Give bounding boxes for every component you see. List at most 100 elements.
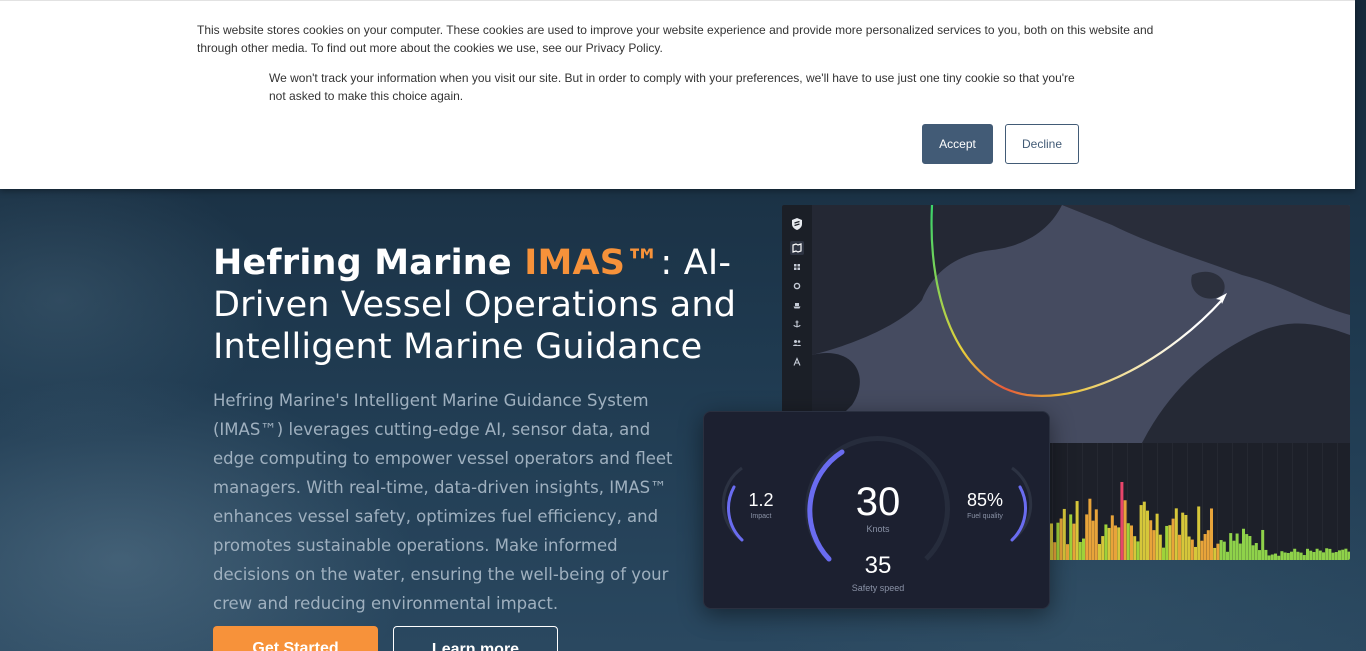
performance-bar: [1309, 550, 1313, 560]
performance-bar: [1165, 525, 1169, 560]
performance-bar: [1322, 552, 1325, 560]
performance-bar: [1139, 505, 1143, 560]
performance-bar: [1069, 514, 1073, 560]
performance-bar: [1226, 551, 1229, 560]
hero-title-brand: Hefring Marine: [213, 243, 525, 283]
performance-bar: [1267, 555, 1271, 560]
performance-bar: [1283, 552, 1287, 560]
grid-line: [1337, 443, 1338, 560]
fuel-value: 85%: [966, 490, 1004, 510]
performance-bar: [1299, 552, 1303, 560]
performance-bar: [1126, 523, 1130, 560]
performance-bar: [1130, 525, 1133, 560]
performance-bar: [1082, 538, 1085, 560]
land-mass: [1191, 271, 1225, 299]
performance-bar: [1290, 551, 1293, 560]
cookie-banner: This website stores cookies on your comp…: [0, 0, 1355, 189]
performance-bar: [1219, 540, 1223, 560]
get-started-button[interactable]: Get Started: [213, 626, 378, 651]
performance-bar: [1251, 545, 1255, 560]
grid-line: [1067, 443, 1068, 560]
performance-bar: [1110, 515, 1114, 560]
performance-bar: [1232, 540, 1236, 560]
accept-cookies-button[interactable]: Accept: [922, 124, 993, 164]
map-icon: [790, 241, 804, 255]
performance-bar: [1120, 482, 1124, 560]
performance-bar: [1168, 525, 1172, 560]
performance-bar: [1328, 548, 1332, 560]
performance-bar: [1280, 551, 1284, 560]
performance-bar: [1203, 534, 1207, 560]
performance-bar: [1123, 500, 1127, 560]
performance-bar: [1187, 536, 1191, 560]
safety-speed-value: 35: [864, 552, 892, 579]
performance-bar: [1277, 555, 1281, 560]
performance-bar: [1101, 536, 1105, 560]
performance-bar: [1072, 523, 1076, 560]
performance-bar: [1338, 550, 1341, 560]
speed-value: 30: [855, 480, 901, 524]
performance-bar: [1331, 552, 1335, 560]
performance-bar: [1098, 544, 1101, 560]
impact-label: Impact: [750, 513, 772, 520]
performance-bar: [1171, 518, 1175, 560]
performance-bar: [1062, 508, 1066, 560]
performance-bar: [1091, 520, 1095, 560]
learn-more-button[interactable]: Learn more: [393, 626, 558, 651]
fuel-label: Fuel quality: [967, 513, 1003, 520]
performance-bar: [1344, 548, 1348, 560]
performance-bar: [1312, 552, 1316, 560]
performance-bar: [1286, 552, 1290, 560]
impact-value: 1.2: [748, 490, 774, 510]
users-icon: [790, 336, 804, 350]
grid-line: [1277, 443, 1278, 560]
performance-bar: [1078, 541, 1082, 560]
font-icon: [790, 355, 804, 369]
performance-bar: [1258, 550, 1261, 560]
performance-bar: [1066, 544, 1069, 560]
dashboard-icon: [790, 260, 804, 274]
performance-bar: [1158, 534, 1162, 560]
performance-bar: [1194, 546, 1197, 560]
vessel-icon: [790, 298, 804, 312]
performance-bar: [1274, 553, 1277, 560]
hero-title-accent: IMAS™: [524, 243, 661, 283]
performance-bar: [1210, 508, 1213, 560]
performance-bar: [1075, 501, 1079, 560]
performance-bar: [1318, 550, 1322, 560]
shield-logo-icon: [790, 217, 804, 231]
hero-title: Hefring Marine IMAS™: AI-Driven Vessel O…: [213, 242, 793, 368]
decline-cookies-button[interactable]: Decline: [1005, 124, 1079, 164]
performance-bar: [1136, 541, 1140, 560]
performance-bar: [1117, 527, 1121, 560]
performance-bar: [1216, 543, 1220, 560]
speed-label: Knots: [866, 524, 890, 534]
performance-bar: [1242, 528, 1245, 560]
performance-bar: [1142, 501, 1146, 560]
performance-bar: [1245, 534, 1249, 560]
performance-bar: [1270, 554, 1274, 560]
performance-bar: [1261, 529, 1265, 560]
performance-bar: [1104, 524, 1108, 560]
performance-bar: [1114, 525, 1117, 560]
performance-bar: [1178, 534, 1181, 560]
grid-line: [1322, 443, 1323, 560]
performance-bar: [1085, 514, 1089, 560]
performance-bar: [1200, 540, 1204, 560]
performance-bar: [1334, 552, 1338, 560]
performance-bar: [1254, 543, 1258, 560]
cookie-tracking-text: We won't track your information when you…: [269, 71, 1075, 103]
settings-icon: [790, 279, 804, 293]
performance-bar: [1107, 527, 1111, 560]
performance-bar: [1149, 520, 1153, 560]
land-mass: [1062, 205, 1350, 315]
performance-bar: [1315, 548, 1319, 560]
performance-bar: [1293, 548, 1297, 560]
safety-speed-label: Safety speed: [851, 583, 905, 593]
performance-bar: [1053, 542, 1057, 560]
performance-bar: [1229, 533, 1233, 560]
performance-bar: [1238, 543, 1242, 560]
performance-bar: [1341, 549, 1345, 560]
performance-bar: [1296, 551, 1300, 560]
anchor-icon: [790, 317, 804, 331]
